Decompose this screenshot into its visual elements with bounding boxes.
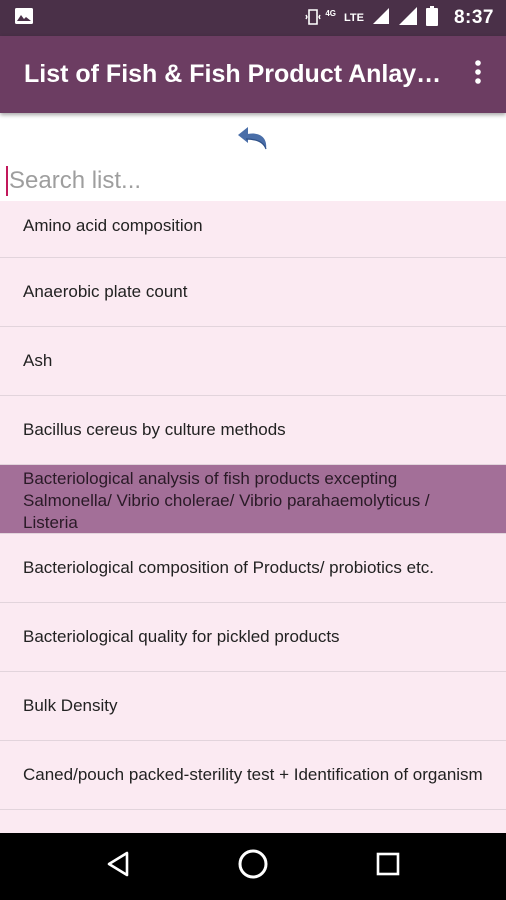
app-bar: List of Fish & Fish Product Anlaysis [0, 36, 506, 113]
back-button[interactable] [94, 843, 142, 891]
list-item[interactable]: Anaerobic plate count [0, 258, 506, 327]
navigation-bar [0, 833, 506, 900]
list-item-label: Anaerobic plate count [23, 282, 188, 301]
home-button[interactable] [229, 843, 277, 891]
home-icon [236, 847, 270, 886]
status-time: 8:37 [453, 7, 494, 28]
list-item-label: Bacteriological composition of Products/… [23, 558, 435, 577]
signal-icon [372, 7, 390, 30]
text-cursor [6, 166, 8, 196]
search-bar [0, 161, 506, 201]
list-item-label: Bulk Density [23, 696, 118, 715]
list-item[interactable]: Amino acid composition [0, 201, 506, 258]
status-bar: 4G LTE 8:37 [0, 0, 506, 36]
page-title: List of Fish & Fish Product Anlaysis [24, 60, 444, 88]
list-item[interactable]: Bulk Density [0, 672, 506, 741]
search-input[interactable] [9, 161, 469, 201]
list-item-label: Bacillus cereus by culture methods [23, 420, 286, 439]
signal-icon [398, 6, 418, 31]
undo-button[interactable] [234, 117, 274, 157]
network-type-label: LTE [344, 11, 364, 24]
list-item[interactable]: Bacillus cereus by culture methods [0, 396, 506, 465]
battery-icon [425, 5, 438, 31]
undo-area [0, 113, 506, 161]
overflow-menu-icon [474, 59, 482, 90]
recents-button[interactable] [364, 843, 412, 891]
list-item[interactable]: Bacteriological composition of Products/… [0, 534, 506, 603]
list-item[interactable]: Bacteriological quality for pickled prod… [0, 603, 506, 672]
list-item-label: Ash [23, 351, 53, 370]
list-item-label: Bacteriological analysis of fish product… [23, 469, 430, 532]
list-item-selected[interactable]: Bacteriological analysis of fish product… [0, 465, 506, 534]
list-item-label: Caned/pouch packed-sterility test + Iden… [23, 765, 483, 784]
image-icon [14, 6, 34, 31]
vibrate-icon [305, 6, 321, 31]
overflow-menu-button[interactable] [466, 55, 490, 95]
back-icon [105, 850, 131, 883]
undo-icon [234, 127, 274, 161]
list-item[interactable]: Caned/pouch packed-sterility test + Iden… [0, 741, 506, 810]
list-item[interactable]: Ash [0, 327, 506, 396]
network-sub-label: 4G [325, 8, 336, 18]
list-item-label: Bacteriological quality for pickled prod… [23, 627, 340, 646]
analysis-list: Amino acid composition Anaerobic plate c… [0, 201, 506, 833]
recents-icon [375, 851, 401, 882]
list-item-label: Amino acid composition [23, 216, 203, 235]
